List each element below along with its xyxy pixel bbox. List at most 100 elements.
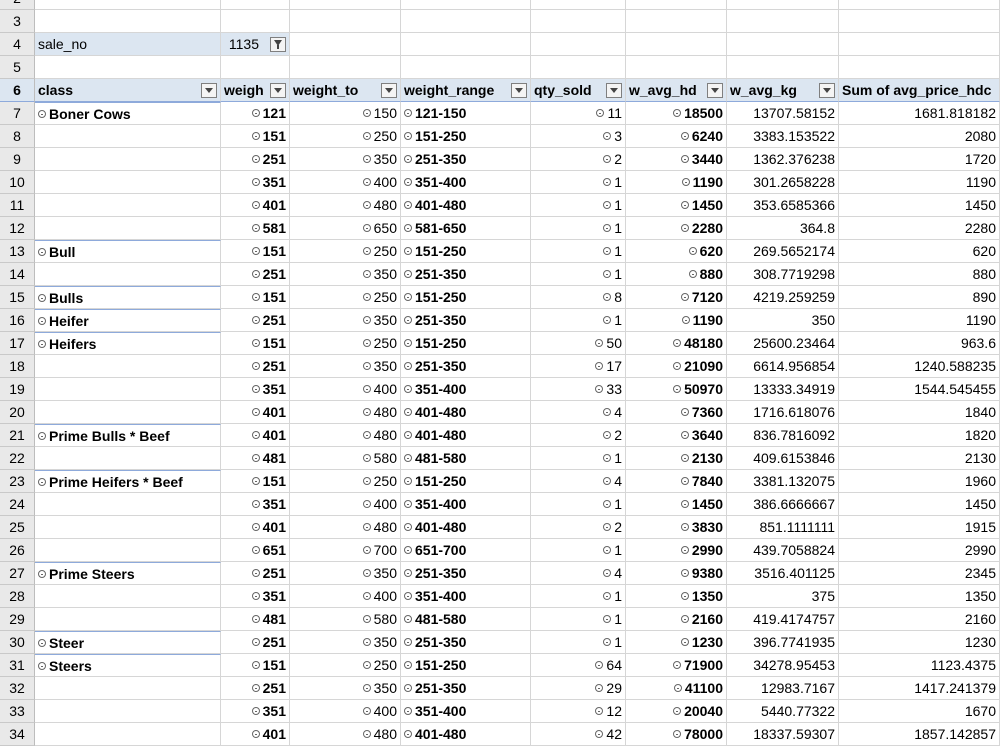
avg-price-cell[interactable]: 620 bbox=[839, 240, 1000, 263]
weight-from-cell[interactable]: 581 bbox=[221, 217, 290, 240]
row-header[interactable]: 21 bbox=[0, 424, 35, 447]
weight-to-cell[interactable]: 400 bbox=[290, 171, 401, 194]
filter-dropdown-icon[interactable] bbox=[819, 83, 835, 98]
collapse-icon[interactable] bbox=[404, 201, 412, 210]
class-cell[interactable] bbox=[35, 516, 221, 539]
class-cell[interactable] bbox=[35, 378, 221, 401]
collapse-icon[interactable] bbox=[596, 109, 605, 118]
collapse-icon[interactable] bbox=[251, 270, 260, 279]
class-cell[interactable]: Steer bbox=[35, 631, 221, 654]
collapse-icon[interactable] bbox=[38, 340, 46, 349]
weight-from-cell[interactable]: 251 bbox=[221, 148, 290, 171]
avg-price-cell[interactable]: 2160 bbox=[839, 608, 1000, 631]
weight-to-cell[interactable]: 250 bbox=[290, 470, 401, 493]
row-header[interactable]: 11 bbox=[0, 194, 35, 217]
weight-range-cell[interactable]: 251-350 bbox=[401, 355, 531, 378]
weight-to-cell[interactable]: 250 bbox=[290, 125, 401, 148]
empty-cell[interactable] bbox=[531, 56, 626, 79]
weight-range-cell[interactable]: 251-350 bbox=[401, 631, 531, 654]
empty-cell[interactable] bbox=[35, 10, 221, 33]
weight-to-cell[interactable]: 480 bbox=[290, 424, 401, 447]
row-header[interactable]: 27 bbox=[0, 562, 35, 585]
empty-cell[interactable] bbox=[727, 10, 839, 33]
collapse-icon[interactable] bbox=[688, 247, 697, 256]
collapse-icon[interactable] bbox=[680, 477, 689, 486]
collapse-icon[interactable] bbox=[362, 707, 371, 716]
weight-range-cell[interactable]: 481-580 bbox=[401, 608, 531, 631]
class-cell[interactable] bbox=[35, 723, 221, 746]
collapse-icon[interactable] bbox=[38, 248, 46, 257]
collapse-icon[interactable] bbox=[404, 247, 412, 256]
collapse-icon[interactable] bbox=[362, 569, 371, 578]
collapse-icon[interactable] bbox=[362, 408, 371, 417]
collapse-icon[interactable] bbox=[680, 523, 689, 532]
weight-range-cell[interactable]: 351-400 bbox=[401, 700, 531, 723]
empty-cell[interactable] bbox=[401, 10, 531, 33]
weight-to-cell[interactable]: 580 bbox=[290, 447, 401, 470]
row-header[interactable]: 9 bbox=[0, 148, 35, 171]
collapse-icon[interactable] bbox=[362, 339, 371, 348]
empty-cell[interactable] bbox=[221, 56, 290, 79]
collapse-icon[interactable] bbox=[251, 408, 260, 417]
collapse-icon[interactable] bbox=[673, 109, 682, 118]
collapse-icon[interactable] bbox=[680, 155, 689, 164]
class-cell[interactable] bbox=[35, 217, 221, 240]
row-header[interactable]: 6 bbox=[0, 79, 35, 102]
w-avg-hd-cell[interactable]: 2990 bbox=[626, 539, 727, 562]
collapse-icon[interactable] bbox=[38, 317, 46, 326]
empty-cell[interactable] bbox=[626, 56, 727, 79]
qty-sold-cell[interactable]: 1 bbox=[531, 493, 626, 516]
w-avg-kg-cell[interactable]: 350 bbox=[727, 309, 839, 332]
weight-to-cell[interactable]: 400 bbox=[290, 700, 401, 723]
row-header[interactable]: 4 bbox=[0, 33, 35, 56]
collapse-icon[interactable] bbox=[603, 270, 612, 279]
avg-price-cell[interactable]: 1960 bbox=[839, 470, 1000, 493]
empty-cell[interactable] bbox=[626, 10, 727, 33]
header-w-avg-kg[interactable]: w_avg_kg bbox=[727, 79, 839, 102]
row-header[interactable]: 8 bbox=[0, 125, 35, 148]
weight-from-cell[interactable]: 351 bbox=[221, 700, 290, 723]
w-avg-kg-cell[interactable]: 4219.259259 bbox=[727, 286, 839, 309]
w-avg-kg-cell[interactable]: 851.1111111 bbox=[727, 516, 839, 539]
weight-from-cell[interactable]: 651 bbox=[221, 539, 290, 562]
w-avg-hd-cell[interactable]: 2130 bbox=[626, 447, 727, 470]
collapse-icon[interactable] bbox=[251, 109, 260, 118]
collapse-icon[interactable] bbox=[404, 477, 412, 486]
filter-dropdown-icon[interactable] bbox=[381, 83, 397, 98]
class-cell[interactable] bbox=[35, 194, 221, 217]
collapse-icon[interactable] bbox=[38, 110, 46, 119]
qty-sold-cell[interactable]: 1 bbox=[531, 309, 626, 332]
collapse-icon[interactable] bbox=[404, 684, 412, 693]
weight-from-cell[interactable]: 151 bbox=[221, 332, 290, 355]
row-header[interactable]: 16 bbox=[0, 309, 35, 332]
weight-from-cell[interactable]: 351 bbox=[221, 493, 290, 516]
weight-range-cell[interactable]: 151-250 bbox=[401, 332, 531, 355]
row-header[interactable]: 7 bbox=[0, 102, 35, 125]
weight-to-cell[interactable]: 350 bbox=[290, 562, 401, 585]
collapse-icon[interactable] bbox=[680, 408, 689, 417]
avg-price-cell[interactable]: 1240.588235 bbox=[839, 355, 1000, 378]
w-avg-hd-cell[interactable]: 71900 bbox=[626, 654, 727, 677]
weight-from-cell[interactable]: 251 bbox=[221, 355, 290, 378]
w-avg-hd-cell[interactable]: 78000 bbox=[626, 723, 727, 746]
collapse-icon[interactable] bbox=[680, 454, 689, 463]
filter-dropdown-icon[interactable] bbox=[511, 83, 527, 98]
class-cell[interactable] bbox=[35, 125, 221, 148]
collapse-icon[interactable] bbox=[595, 684, 604, 693]
weight-to-cell[interactable]: 400 bbox=[290, 378, 401, 401]
weight-from-cell[interactable]: 481 bbox=[221, 447, 290, 470]
empty-cell[interactable] bbox=[727, 56, 839, 79]
empty-cell[interactable] bbox=[401, 56, 531, 79]
collapse-icon[interactable] bbox=[680, 431, 689, 440]
collapse-icon[interactable] bbox=[603, 546, 612, 555]
collapse-icon[interactable] bbox=[404, 270, 412, 279]
collapse-icon[interactable] bbox=[251, 339, 260, 348]
row-header[interactable]: 29 bbox=[0, 608, 35, 631]
collapse-icon[interactable] bbox=[251, 201, 260, 210]
collapse-icon[interactable] bbox=[680, 592, 689, 601]
filter-field-label[interactable]: sale_no bbox=[35, 33, 221, 56]
collapse-icon[interactable] bbox=[680, 201, 689, 210]
class-cell[interactable] bbox=[35, 401, 221, 424]
row-header[interactable]: 34 bbox=[0, 723, 35, 746]
collapse-icon[interactable] bbox=[673, 362, 682, 371]
